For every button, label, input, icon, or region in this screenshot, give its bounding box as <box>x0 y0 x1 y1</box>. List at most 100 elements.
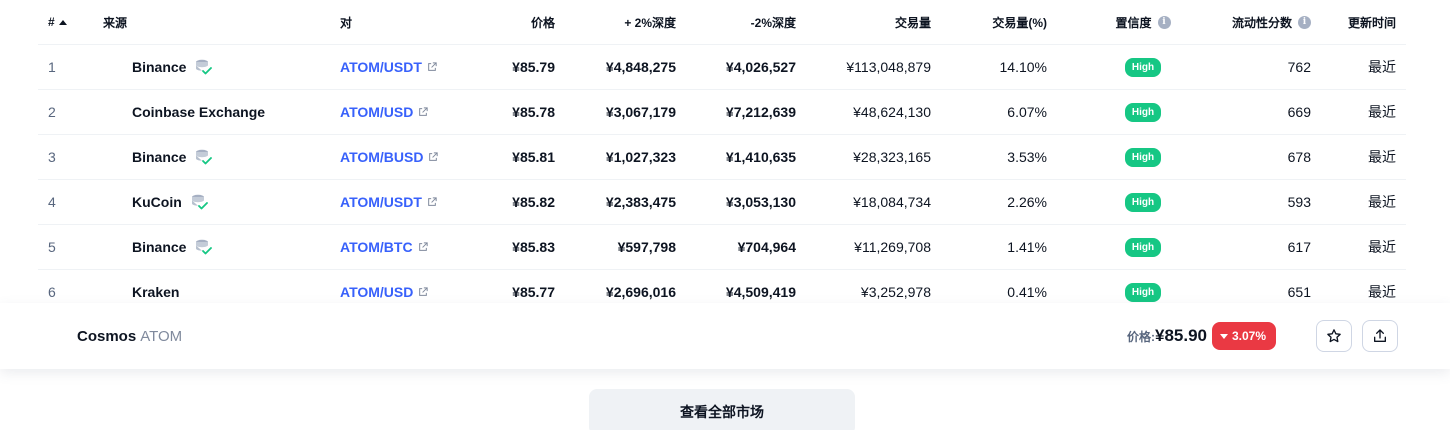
row-minus-depth: ¥704,964 <box>737 239 796 255</box>
share-icon <box>1374 329 1386 342</box>
header-source[interactable]: 来源 <box>103 0 303 44</box>
row-exchange[interactable]: Binance <box>132 45 332 89</box>
row-volume: ¥18,084,734 <box>853 194 931 210</box>
external-link-icon <box>429 152 439 161</box>
row-exchange[interactable]: Binance <box>132 225 332 269</box>
row-plus-depth: ¥597,798 <box>617 239 676 255</box>
verified-database-icon <box>196 149 213 165</box>
view-all-markets-button[interactable]: 查看全部市场 <box>589 389 855 430</box>
row-volume-pct: 1.41% <box>1007 239 1047 255</box>
header-rank[interactable]: # <box>48 0 88 44</box>
row-price: ¥85.78 <box>512 104 555 120</box>
row-minus-depth: ¥1,410,635 <box>725 149 796 165</box>
confidence-badge: High <box>1124 147 1162 167</box>
row-liquidity: 762 <box>1287 59 1311 75</box>
row-volume-pct: 14.10% <box>999 59 1047 75</box>
row-rank: 5 <box>48 239 56 255</box>
price-label: 价格: <box>1127 329 1155 344</box>
row-confidence: High <box>1098 45 1188 89</box>
row-confidence: High <box>1098 135 1188 179</box>
confidence-badge: High <box>1124 57 1162 77</box>
sticky-price-bar: Cosmos ATOM 价格: ¥85.90 3.07% <box>0 303 1450 369</box>
row-updated: 最近 <box>1368 194 1396 210</box>
header-plus-depth[interactable]: + 2%深度 <box>566 0 676 44</box>
pair-name: ATOM/USDT <box>340 59 422 75</box>
row-minus-depth: ¥3,053,130 <box>725 194 796 210</box>
row-updated: 最近 <box>1368 239 1396 255</box>
verified-database-icon <box>191 194 208 210</box>
external-link-icon <box>418 242 428 251</box>
row-volume-pct: 2.26% <box>1007 194 1047 210</box>
sort-up-icon <box>58 19 67 25</box>
markets-table: # 来源 对 价格 + 2%深度 -2%深度 交易量 交易量(%) 置信度 i 流… <box>38 0 1406 315</box>
row-price: ¥85.83 <box>512 239 555 255</box>
table-row[interactable]: 3 Binance ATOM/BUSD ¥85.81 ¥1,027,323 ¥1,410,… <box>38 135 1406 180</box>
header-updated[interactable]: 更新时间 <box>1321 0 1396 44</box>
table-row[interactable]: 1 Binance ATOM/USDT ¥85.79 ¥4,848,275 ¥4,026,… <box>38 45 1406 90</box>
row-liquidity: 669 <box>1287 104 1311 120</box>
row-liquidity: 617 <box>1287 239 1311 255</box>
row-minus-depth: ¥7,212,639 <box>725 104 796 120</box>
confidence-badge: High <box>1124 237 1162 257</box>
header-volume-pct[interactable]: 交易量(%) <box>947 0 1047 44</box>
row-plus-depth: ¥2,383,475 <box>605 194 676 210</box>
pair-name: ATOM/BTC <box>340 239 413 255</box>
row-volume: ¥113,048,879 <box>846 59 931 75</box>
row-confidence: High <box>1098 225 1188 269</box>
coin-symbol: ATOM <box>140 327 183 345</box>
row-exchange[interactable]: Binance <box>132 135 332 179</box>
price-change-badge: 3.07% <box>1212 322 1277 350</box>
row-confidence: High <box>1098 90 1188 134</box>
exchange-name: Coinbase Exchange <box>132 104 266 120</box>
exchange-name: Binance <box>132 149 187 165</box>
exchange-name: Binance <box>132 59 187 75</box>
row-updated: 最近 <box>1368 59 1396 75</box>
exchange-name: KuCoin <box>132 194 182 210</box>
row-rank: 2 <box>48 104 56 120</box>
table-header: # 来源 对 价格 + 2%深度 -2%深度 交易量 交易量(%) 置信度 i 流… <box>38 0 1406 45</box>
pair-name: ATOM/BUSD <box>340 149 424 165</box>
external-link-icon <box>428 197 437 206</box>
header-confidence[interactable]: 置信度 i <box>1098 0 1188 44</box>
row-exchange[interactable]: KuCoin <box>132 180 332 224</box>
info-icon[interactable]: i <box>1157 15 1171 29</box>
external-link-icon <box>419 107 429 116</box>
verified-database-icon <box>196 59 213 75</box>
row-liquidity: 678 <box>1287 149 1311 165</box>
watchlist-star-button[interactable] <box>1316 320 1352 352</box>
row-rank: 3 <box>48 149 56 165</box>
row-price: ¥85.82 <box>512 194 555 210</box>
star-icon <box>1327 329 1341 343</box>
price-block: 价格: ¥85.90 3.07% <box>1127 303 1277 369</box>
info-icon[interactable]: i <box>1298 15 1311 29</box>
row-liquidity: 593 <box>1287 194 1311 210</box>
row-plus-depth: ¥3,067,179 <box>605 104 676 120</box>
pair-name: ATOM/USD <box>340 104 414 120</box>
row-updated: 最近 <box>1368 104 1396 120</box>
header-liquidity[interactable]: 流动性分数 i <box>1191 0 1311 44</box>
row-plus-depth: ¥4,848,275 <box>605 59 676 75</box>
row-exchange[interactable]: Coinbase Exchange <box>132 90 332 134</box>
exchange-name: Kraken <box>132 284 180 300</box>
header-minus-depth[interactable]: -2%深度 <box>686 0 796 44</box>
row-rank: 1 <box>48 59 56 75</box>
row-volume: ¥11,269,708 <box>854 239 931 255</box>
table-body: 1 Binance ATOM/USDT ¥85.79 ¥4,848,275 ¥4,026,… <box>38 45 1406 315</box>
row-volume-pct: 3.53% <box>1007 149 1047 165</box>
header-price[interactable]: 价格 <box>475 0 555 44</box>
row-rank: 4 <box>48 194 56 210</box>
header-volume[interactable]: 交易量 <box>811 0 931 44</box>
table-row[interactable]: 4 KuCoin ATOM/USDT ¥85.82 ¥2,383,475 ¥3,053,1… <box>38 180 1406 225</box>
row-price: ¥85.79 <box>512 59 555 75</box>
row-volume: ¥28,323,165 <box>853 149 931 165</box>
confidence-badge: High <box>1124 102 1162 122</box>
coin-name: Cosmos <box>77 327 137 345</box>
table-row[interactable]: 5 Binance ATOM/BTC ¥85.83 ¥597,798 ¥704,964 ¥1… <box>38 225 1406 270</box>
share-button[interactable] <box>1362 320 1398 352</box>
table-row[interactable]: 2 Coinbase Exchange ATOM/USD ¥85.78 ¥3,067,1… <box>38 90 1406 135</box>
pair-name: ATOM/USDT <box>340 194 422 210</box>
coin-title: Cosmos ATOM <box>77 303 182 369</box>
row-price: ¥85.81 <box>512 149 555 165</box>
row-updated: 最近 <box>1368 149 1396 165</box>
confidence-badge: High <box>1124 282 1162 302</box>
